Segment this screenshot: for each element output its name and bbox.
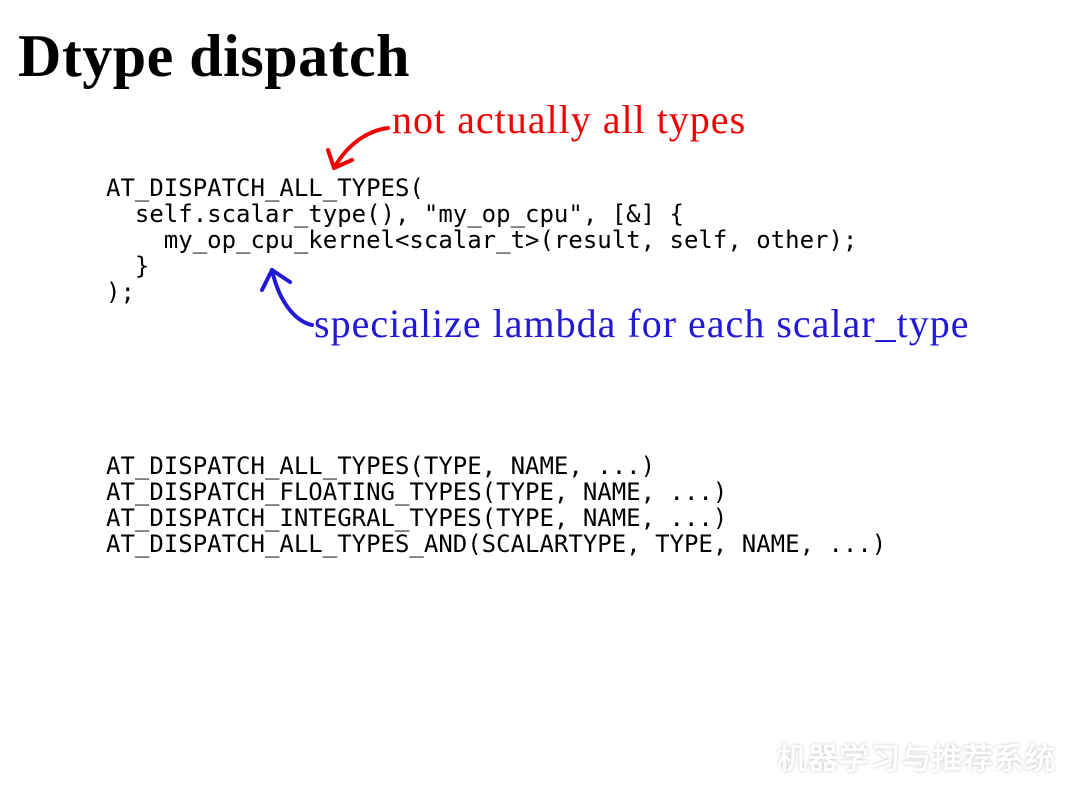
- slide: Dtype dispatch not actually all types AT…: [0, 0, 1080, 810]
- code-block-example: AT_DISPATCH_ALL_TYPES( self.scalar_type(…: [106, 176, 857, 306]
- page-title: Dtype dispatch: [18, 22, 410, 91]
- code-block-macro-list: AT_DISPATCH_ALL_TYPES(TYPE, NAME, ...) A…: [106, 454, 886, 558]
- arrow-red-icon: [328, 128, 388, 168]
- watermark: 机器学习与推荐系统: [729, 734, 1056, 778]
- wechat-icon: [729, 738, 769, 774]
- watermark-text: 机器学习与推荐系统: [777, 734, 1056, 778]
- annotation-red: not actually all types: [392, 96, 746, 143]
- annotation-blue: specialize lambda for each scalar_type: [314, 300, 969, 347]
